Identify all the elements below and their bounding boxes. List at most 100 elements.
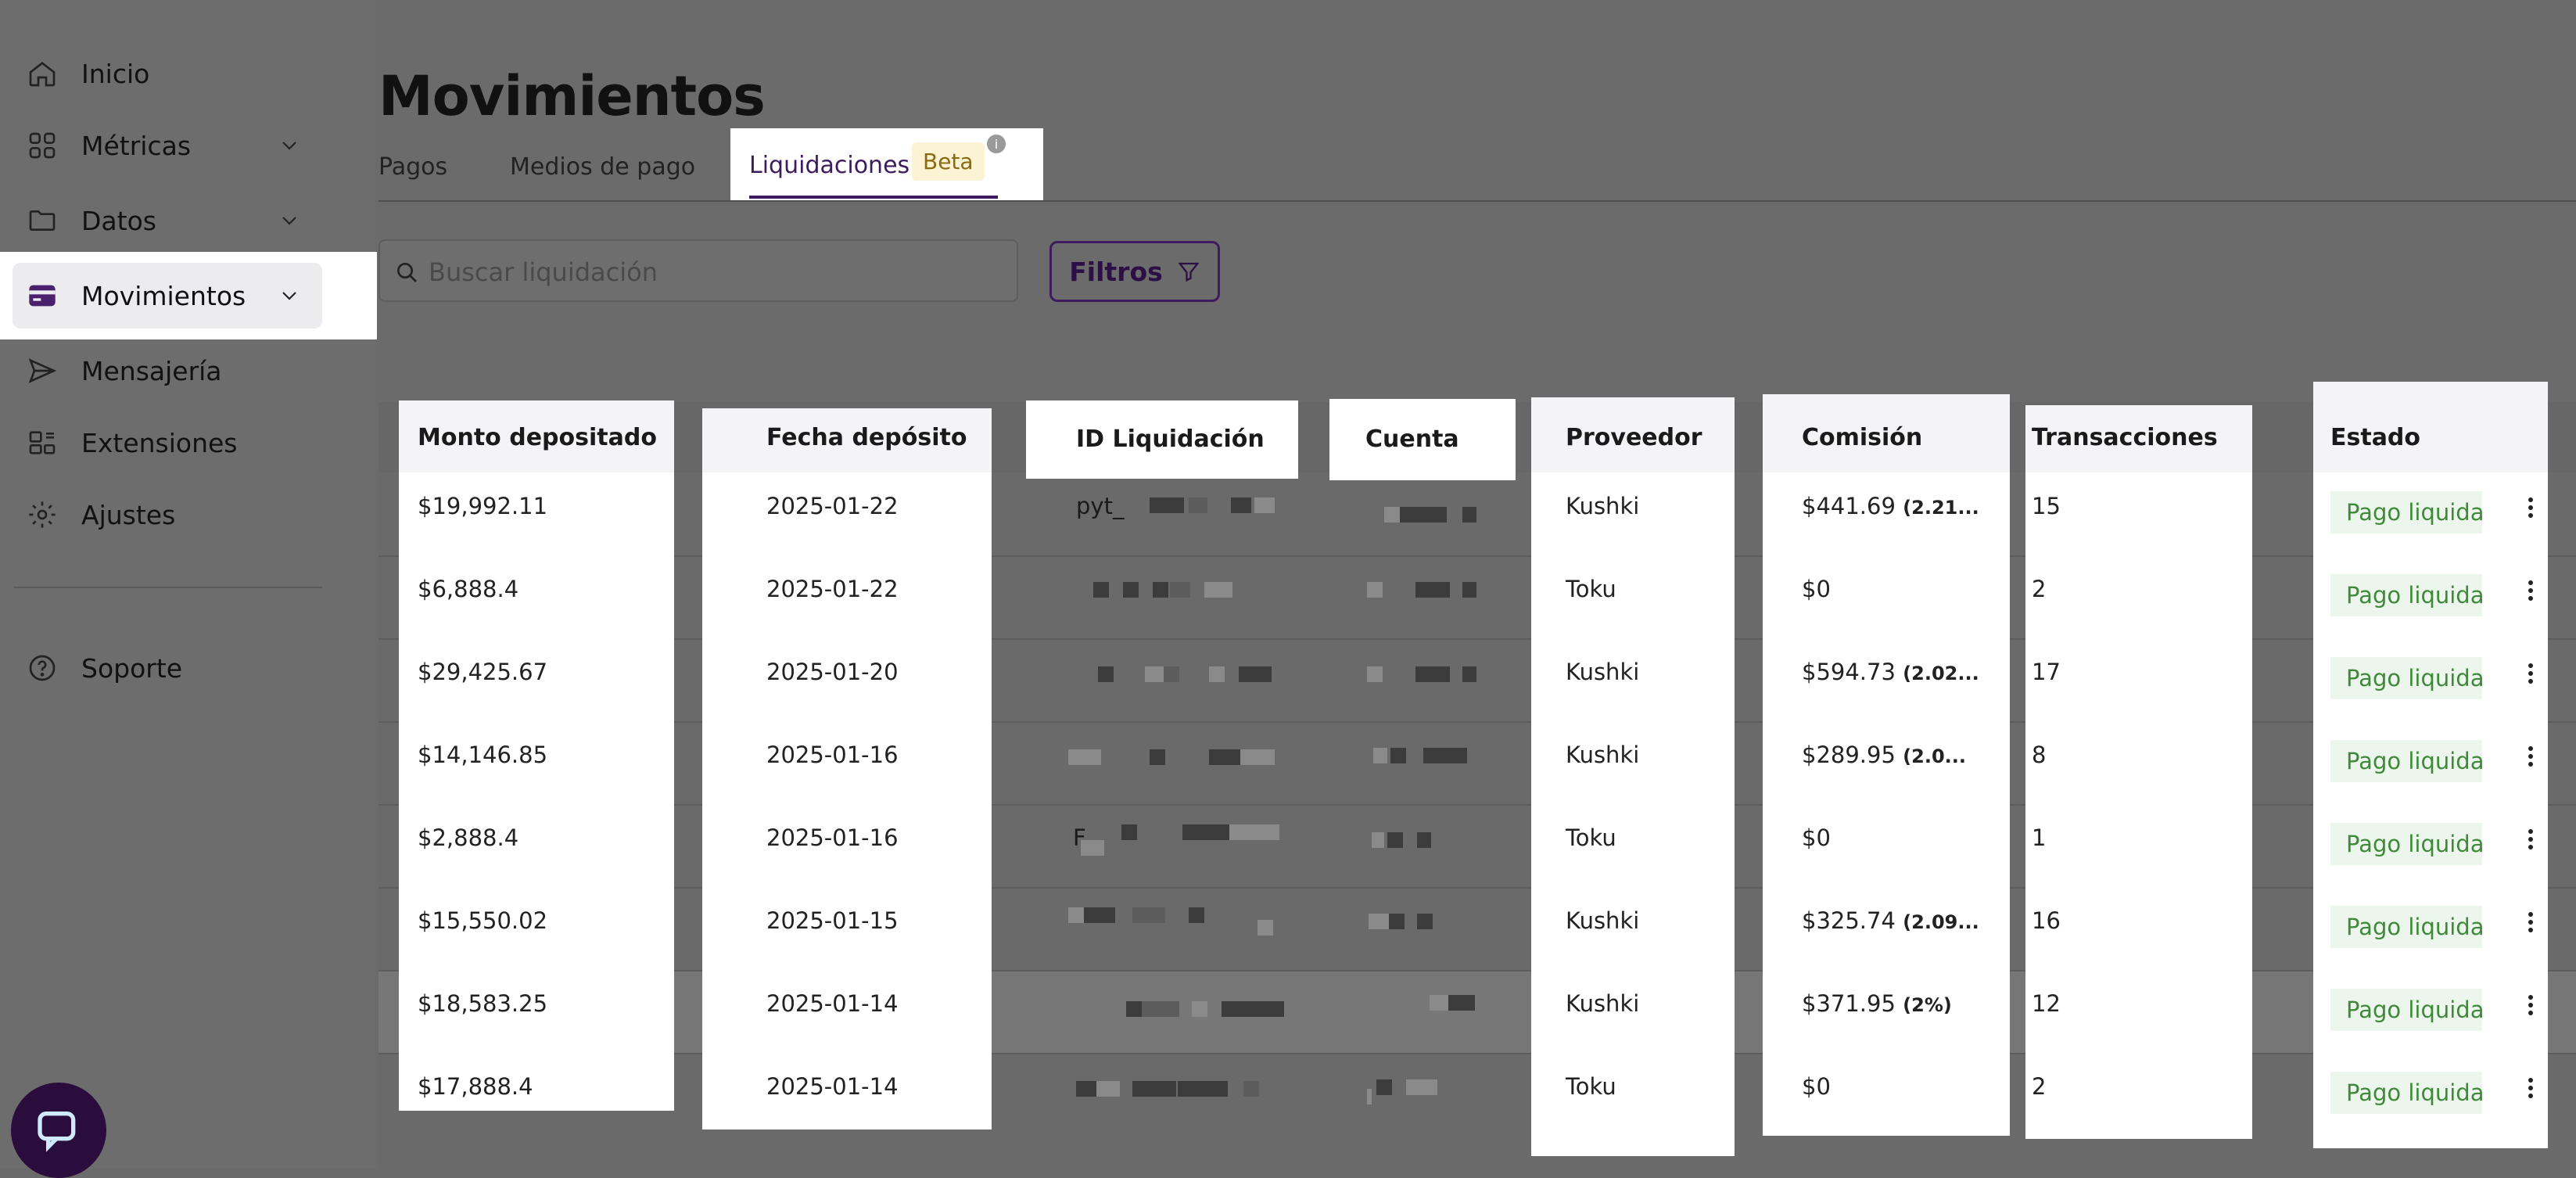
sidebar-item-soporte[interactable]: Soporte: [13, 637, 322, 699]
grid-icon: [27, 130, 58, 161]
sidebar-item-metricas[interactable]: Métricas: [13, 114, 322, 177]
cell-comision: $371.95 (2%): [1802, 990, 1952, 1017]
sidebar-item-label: Inicio: [81, 58, 150, 89]
cell-fecha: 2025-01-16: [766, 742, 899, 768]
column-proveedor: Proveedor Kushki Toku Kushki Kushki Toku…: [1531, 397, 1735, 1156]
comision-amount: $289.95: [1802, 742, 1896, 768]
gear-icon: [27, 499, 58, 530]
row-menu-icon[interactable]: [2523, 496, 2538, 519]
comision-amount: $441.69: [1802, 493, 1896, 519]
column-header-comision[interactable]: Comisión: [1802, 424, 1922, 451]
search-icon: [397, 263, 417, 282]
page-title: Movimientos: [379, 64, 766, 128]
tabs-divider: [379, 200, 2576, 202]
comision-amount: $0: [1802, 824, 1831, 851]
sidebar-item-movimientos[interactable]: Movimientos: [13, 263, 322, 329]
row-menu-icon[interactable]: [2523, 745, 2538, 768]
extensions-icon: [27, 427, 58, 458]
chat-icon: [38, 1112, 76, 1152]
cell-fecha: 2025-01-14: [766, 1073, 899, 1100]
column-header-id-cell: ID Liquidación: [1026, 400, 1298, 479]
column-fecha: Fecha depósito 2025-01-22 2025-01-22 202…: [702, 408, 992, 1130]
tab-medios-de-pago[interactable]: Medios de pago: [510, 153, 695, 181]
sidebar-item-mensajeria[interactable]: Mensajería: [13, 339, 322, 402]
comision-amount: $594.73: [1802, 659, 1896, 685]
row-menu-icon[interactable]: [2523, 579, 2538, 602]
cell-monto: $14,146.85: [418, 742, 548, 768]
cell-monto: $15,550.02: [418, 907, 548, 934]
status-badge: Pago liquida: [2330, 740, 2482, 782]
column-header-transacciones[interactable]: Transacciones: [2032, 424, 2218, 451]
info-icon[interactable]: i: [987, 135, 1006, 153]
cell-transacciones: 8: [2032, 742, 2047, 768]
status-badge: Pago liquida: [2330, 989, 2482, 1031]
chevron-down-icon: [282, 142, 296, 150]
sidebar-item-ajustes[interactable]: Ajustes: [13, 483, 322, 546]
sidebar-item-label: Métricas: [81, 130, 192, 161]
filters-label: Filtros: [1069, 256, 1163, 287]
column-header-id[interactable]: ID Liquidación: [1076, 426, 1265, 453]
cell-comision: $289.95 (2.0...: [1802, 742, 1966, 768]
search-input[interactable]: [427, 252, 1009, 293]
cell-comision: $0: [1802, 824, 1831, 851]
sidebar-item-extensiones[interactable]: Extensiones: [13, 411, 322, 474]
active-tab-underline: [749, 196, 998, 199]
row-menu-icon[interactable]: [2523, 910, 2538, 934]
sidebar-item-inicio[interactable]: Inicio: [13, 42, 322, 105]
cell-comision: $0: [1802, 1073, 1831, 1100]
cell-monto: $17,888.4: [418, 1073, 533, 1100]
cell-monto: $6,888.4: [418, 576, 519, 602]
column-header-proveedor[interactable]: Proveedor: [1566, 424, 1702, 451]
cell-fecha: 2025-01-14: [766, 990, 899, 1017]
sidebar-item-label: Extensiones: [81, 427, 238, 458]
sidebar-item-datos[interactable]: Datos: [13, 189, 322, 252]
sidebar-active-highlight: Movimientos: [0, 252, 377, 339]
cell-monto: $18,583.25: [418, 990, 548, 1017]
cell-proveedor: Kushki: [1566, 907, 1640, 934]
cell-fecha: 2025-01-20: [766, 659, 899, 685]
cell-proveedor: Kushki: [1566, 659, 1640, 685]
help-icon: [27, 652, 58, 684]
row-menu-icon[interactable]: [2523, 828, 2538, 851]
sidebar-item-label: Movimientos: [81, 280, 246, 311]
comision-amount: $0: [1802, 1073, 1831, 1100]
cell-proveedor: Toku: [1566, 576, 1616, 602]
chevron-down-icon: [282, 292, 296, 300]
column-monto: Monto depositado $19,992.11 $6,888.4 $29…: [399, 400, 674, 1111]
cell-monto: $19,992.11: [418, 493, 548, 519]
cell-id: pyt_: [1076, 493, 1125, 519]
status-badge: Pago liquida: [2330, 491, 2482, 533]
home-icon: [27, 58, 58, 89]
tab-pagos[interactable]: Pagos: [379, 153, 447, 181]
chat-button[interactable]: [11, 1083, 106, 1178]
column-transacciones: Transacciones 15 2 17 8 1 16 12 2: [2025, 405, 2252, 1139]
tab-liquidaciones[interactable]: Liquidaciones Beta i: [730, 128, 1043, 200]
cell-transacciones: 17: [2032, 659, 2061, 685]
cell-monto: $29,425.67: [418, 659, 548, 685]
row-menu-icon[interactable]: [2523, 1076, 2538, 1100]
row-menu-icon[interactable]: [2523, 662, 2538, 685]
folder-icon: [27, 205, 58, 236]
column-header-fecha[interactable]: Fecha depósito: [766, 424, 967, 451]
column-header-estado[interactable]: Estado: [2330, 424, 2420, 451]
column-comision: Comisión $441.69 (2.21... $0 $594.73 (2.…: [1763, 394, 2010, 1136]
sidebar: Inicio Métricas Datos Mensajería Extensi…: [0, 0, 375, 1169]
status-badge: Pago liquida: [2330, 1072, 2482, 1114]
cell-comision: $325.74 (2.09...: [1802, 907, 1979, 934]
cell-comision: $0: [1802, 576, 1831, 602]
column-estado: Estado Pago liquida Pago liquida Pago li…: [2313, 382, 2548, 1148]
column-header-cuenta-cell: Cuenta: [1329, 399, 1516, 480]
cell-proveedor: Kushki: [1566, 493, 1640, 519]
cell-fecha: 2025-01-22: [766, 493, 899, 519]
sidebar-item-label: Soporte: [81, 652, 183, 684]
comision-percent: (2%): [1903, 994, 1952, 1016]
cell-transacciones: 1: [2032, 824, 2047, 851]
column-header-cuenta[interactable]: Cuenta: [1365, 426, 1459, 453]
row-menu-icon[interactable]: [2523, 993, 2538, 1017]
cell-transacciones: 15: [2032, 493, 2061, 519]
filters-button[interactable]: Filtros: [1049, 241, 1220, 302]
cell-transacciones: 2: [2032, 1073, 2047, 1100]
column-header-monto[interactable]: Monto depositado: [418, 424, 657, 451]
comision-amount: $371.95: [1802, 990, 1896, 1017]
status-badge: Pago liquida: [2330, 906, 2482, 948]
